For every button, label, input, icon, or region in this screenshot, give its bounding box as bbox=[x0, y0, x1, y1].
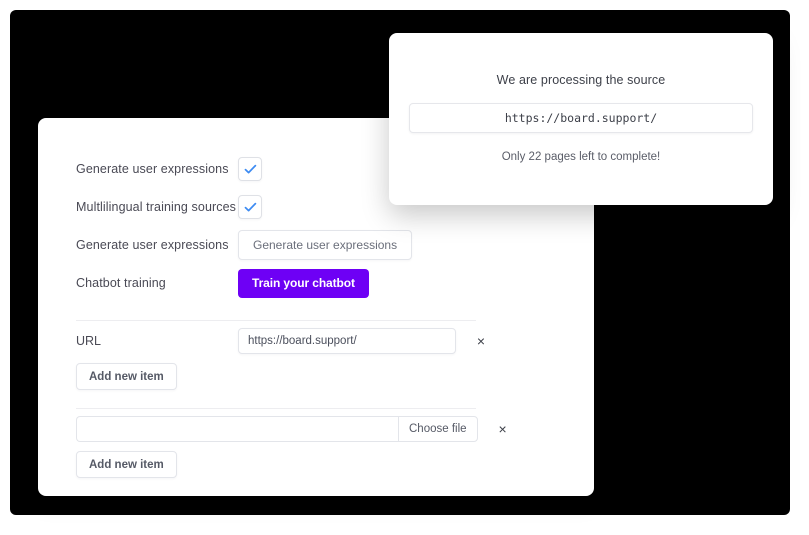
popup-title: We are processing the source bbox=[496, 73, 666, 87]
checkbox-generate-user-expressions[interactable] bbox=[238, 157, 262, 181]
train-your-chatbot-button[interactable]: Train your chatbot bbox=[238, 268, 369, 298]
add-new-item-url-button[interactable]: Add new item bbox=[76, 363, 177, 390]
option-label: Multlilingual training sources bbox=[76, 199, 237, 214]
check-icon bbox=[244, 164, 256, 173]
option-row-generate-user-expressions-action: Generate user expressions Generate user … bbox=[38, 226, 594, 264]
url-label: URL bbox=[76, 334, 102, 348]
popup-progress-note: Only 22 pages left to complete! bbox=[501, 151, 661, 163]
dark-backdrop: Generate user expressions Multlilingual … bbox=[10, 10, 790, 515]
remove-url-icon[interactable]: × bbox=[470, 330, 492, 352]
file-path-input[interactable] bbox=[76, 416, 398, 442]
check-icon bbox=[244, 202, 256, 211]
add-new-item-file-button[interactable]: Add new item bbox=[76, 451, 177, 478]
url-row: URL × bbox=[76, 321, 594, 361]
file-row: Choose file × bbox=[76, 409, 594, 449]
popup-source-url: https://board.support/ bbox=[409, 103, 753, 133]
url-section: URL × Add new item bbox=[38, 321, 594, 390]
url-input[interactable] bbox=[238, 328, 456, 354]
option-label: Generate user expressions bbox=[76, 237, 229, 252]
popup-source-url-text: https://board.support/ bbox=[504, 111, 658, 125]
file-section: Choose file × Add new item bbox=[38, 409, 594, 478]
file-add-wrap: Add new item bbox=[76, 451, 594, 478]
checkbox-multilingual-training-sources[interactable] bbox=[238, 195, 262, 219]
option-row-chatbot-training: Chatbot training Train your chatbot bbox=[38, 264, 594, 302]
url-add-wrap: Add new item bbox=[76, 363, 594, 390]
option-label: Chatbot training bbox=[76, 275, 166, 290]
remove-file-icon[interactable]: × bbox=[492, 418, 514, 440]
file-input-group: Choose file bbox=[76, 416, 478, 442]
generate-user-expressions-box-text: Generate user expressions bbox=[253, 238, 398, 252]
processing-popup: We are processing the source https://boa… bbox=[389, 33, 773, 205]
option-label: Generate user expressions bbox=[76, 161, 229, 176]
generate-user-expressions-box[interactable]: Generate user expressions bbox=[238, 230, 413, 260]
choose-file-button[interactable]: Choose file bbox=[398, 416, 478, 442]
